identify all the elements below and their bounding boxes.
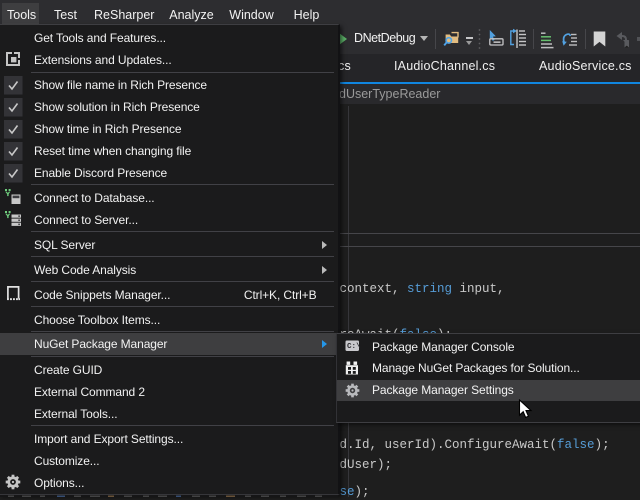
- svg-text:C:\: C:\: [347, 343, 360, 351]
